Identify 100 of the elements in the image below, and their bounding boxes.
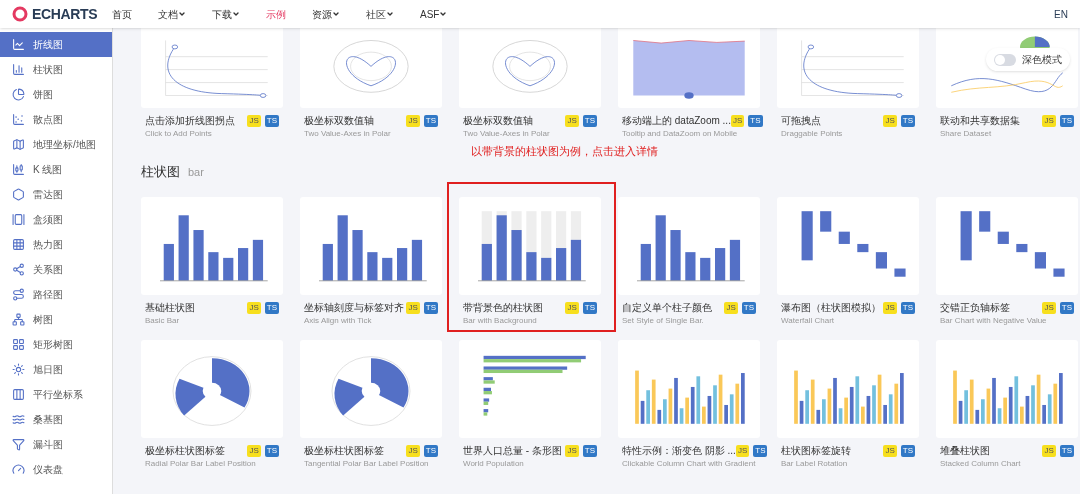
- language-link[interactable]: EN: [1054, 6, 1068, 22]
- sidebar-item[interactable]: 雷达图: [0, 182, 112, 207]
- js-badge[interactable]: JS: [406, 444, 420, 457]
- sidebar-item[interactable]: 旭日图: [0, 357, 112, 382]
- js-badge[interactable]: JS: [730, 114, 745, 127]
- js-badge[interactable]: JS: [1042, 114, 1056, 127]
- example-title[interactable]: 移动端上的 dataZoom ...: [622, 113, 731, 128]
- ts-badge[interactable]: TS: [264, 301, 279, 314]
- ts-badge[interactable]: TS: [582, 114, 597, 127]
- chart-thumbnail-card[interactable]: [300, 340, 442, 438]
- chart-thumbnail-card[interactable]: [936, 340, 1078, 438]
- sidebar-item[interactable]: 饼图: [0, 82, 112, 107]
- js-badge[interactable]: JS: [406, 114, 420, 127]
- ts-badge[interactable]: TS: [753, 444, 768, 457]
- sidebar-item[interactable]: 折线图: [0, 32, 112, 57]
- example-title[interactable]: 交错正负轴标签: [940, 300, 1010, 315]
- ts-badge[interactable]: TS: [1059, 114, 1074, 127]
- js-badge[interactable]: JS: [247, 114, 261, 127]
- js-badge[interactable]: JS: [883, 301, 897, 314]
- ts-badge[interactable]: TS: [1059, 444, 1074, 457]
- example-title[interactable]: 坐标轴刻度与标签对齐: [304, 300, 404, 315]
- sidebar-item[interactable]: 桑基图: [0, 407, 112, 432]
- ts-badge[interactable]: TS: [900, 444, 915, 457]
- js-badge[interactable]: JS: [565, 444, 579, 457]
- ts-badge[interactable]: TS: [582, 301, 597, 314]
- example-title[interactable]: 极坐标柱状图标签: [145, 443, 225, 458]
- chart-thumbnail-card[interactable]: [459, 340, 601, 438]
- example-title[interactable]: 联动和共享数据集: [940, 113, 1020, 128]
- ts-badge[interactable]: TS: [900, 301, 915, 314]
- example-title[interactable]: 自定义单个柱子颜色: [622, 300, 712, 315]
- example-title[interactable]: 极坐标柱状图标签: [304, 443, 384, 458]
- ts-badge[interactable]: TS: [582, 444, 597, 457]
- nav-link[interactable]: 资源: [312, 6, 340, 22]
- sidebar-item[interactable]: 地理坐标/地图: [0, 132, 112, 157]
- sidebar-item[interactable]: 平行坐标系: [0, 382, 112, 407]
- js-badge[interactable]: JS: [406, 301, 420, 314]
- ts-badge[interactable]: TS: [1059, 301, 1074, 314]
- ts-badge[interactable]: TS: [264, 444, 279, 457]
- sidebar-item[interactable]: 树图: [0, 307, 112, 332]
- example-title[interactable]: 特性示例：渐变色 阴影 ...: [622, 443, 736, 458]
- sidebar-item[interactable]: 仪表盘: [0, 457, 112, 482]
- chart-thumbnail-card[interactable]: [300, 28, 442, 108]
- sidebar-item[interactable]: 柱状图: [0, 57, 112, 82]
- js-badge[interactable]: JS: [1042, 444, 1056, 457]
- ts-badge[interactable]: TS: [900, 114, 915, 127]
- nav-link[interactable]: ASF: [420, 6, 448, 22]
- example-title[interactable]: 柱状图标签旋转: [781, 443, 851, 458]
- chart-thumbnail-card[interactable]: [618, 340, 760, 438]
- ts-badge[interactable]: TS: [423, 444, 438, 457]
- js-badge[interactable]: JS: [247, 301, 261, 314]
- example-title[interactable]: 世界人口总量 - 条形图: [463, 443, 562, 458]
- chart-thumbnail-card[interactable]: [777, 28, 919, 108]
- nav-link[interactable]: 下载: [212, 6, 240, 22]
- example-subtitle: Clickable Column Chart with Gradient: [621, 459, 757, 469]
- chart-thumbnail-card[interactable]: [777, 340, 919, 438]
- dark-mode-toggle[interactable]: 深色模式: [986, 48, 1070, 71]
- ts-badge[interactable]: TS: [741, 301, 756, 314]
- js-badge[interactable]: JS: [735, 444, 750, 457]
- ts-badge[interactable]: TS: [264, 114, 279, 127]
- sidebar-item[interactable]: K 线图: [0, 157, 112, 182]
- js-badge[interactable]: JS: [565, 114, 579, 127]
- example-title[interactable]: 极坐标双数值轴: [304, 113, 374, 128]
- chart-thumbnail-card[interactable]: [141, 28, 283, 108]
- js-badge[interactable]: JS: [883, 444, 897, 457]
- sidebar-item[interactable]: 关系图: [0, 257, 112, 282]
- sidebar-item[interactable]: 漏斗图: [0, 432, 112, 457]
- example-title[interactable]: 可拖拽点: [781, 113, 821, 128]
- sidebar-item[interactable]: 矩形树图: [0, 332, 112, 357]
- nav-link[interactable]: 社区: [366, 6, 394, 22]
- example-title[interactable]: 堆叠柱状图: [940, 443, 990, 458]
- js-badge[interactable]: JS: [724, 301, 738, 314]
- chart-thumbnail-card[interactable]: [459, 197, 601, 295]
- chart-thumbnail-card[interactable]: [777, 197, 919, 295]
- sidebar-item[interactable]: 路径图: [0, 282, 112, 307]
- example-title[interactable]: 瀑布图（柱状图模拟）: [781, 300, 881, 315]
- js-badge[interactable]: JS: [883, 114, 897, 127]
- sidebar-item[interactable]: 热力图: [0, 232, 112, 257]
- example-title[interactable]: 极坐标双数值轴: [463, 113, 533, 128]
- chart-thumbnail-card[interactable]: [618, 28, 760, 108]
- ts-badge[interactable]: TS: [748, 114, 763, 127]
- js-badge[interactable]: JS: [565, 301, 579, 314]
- logo-text[interactable]: ECHARTS: [32, 3, 98, 25]
- ts-badge[interactable]: TS: [423, 301, 438, 314]
- chart-thumbnail-card[interactable]: [936, 197, 1078, 295]
- ts-badge[interactable]: TS: [423, 114, 438, 127]
- chart-thumbnail-card[interactable]: [459, 28, 601, 108]
- chart-thumbnail-card[interactable]: [141, 197, 283, 295]
- sidebar-item[interactable]: 盒须图: [0, 207, 112, 232]
- example-title[interactable]: 基础柱状图: [145, 300, 195, 315]
- nav-link[interactable]: 示例: [266, 6, 286, 22]
- js-badge[interactable]: JS: [1042, 301, 1056, 314]
- chart-thumbnail-card[interactable]: [300, 197, 442, 295]
- sidebar-item[interactable]: 散点图: [0, 107, 112, 132]
- js-badge[interactable]: JS: [247, 444, 261, 457]
- nav-link[interactable]: 首页: [112, 6, 132, 22]
- nav-link[interactable]: 文档: [158, 6, 186, 22]
- example-title[interactable]: 带背景色的柱状图: [463, 300, 543, 315]
- chart-thumbnail-card[interactable]: [618, 197, 760, 295]
- chart-thumbnail-card[interactable]: [141, 340, 283, 438]
- example-title[interactable]: 点击添加折线图拐点: [145, 113, 235, 128]
